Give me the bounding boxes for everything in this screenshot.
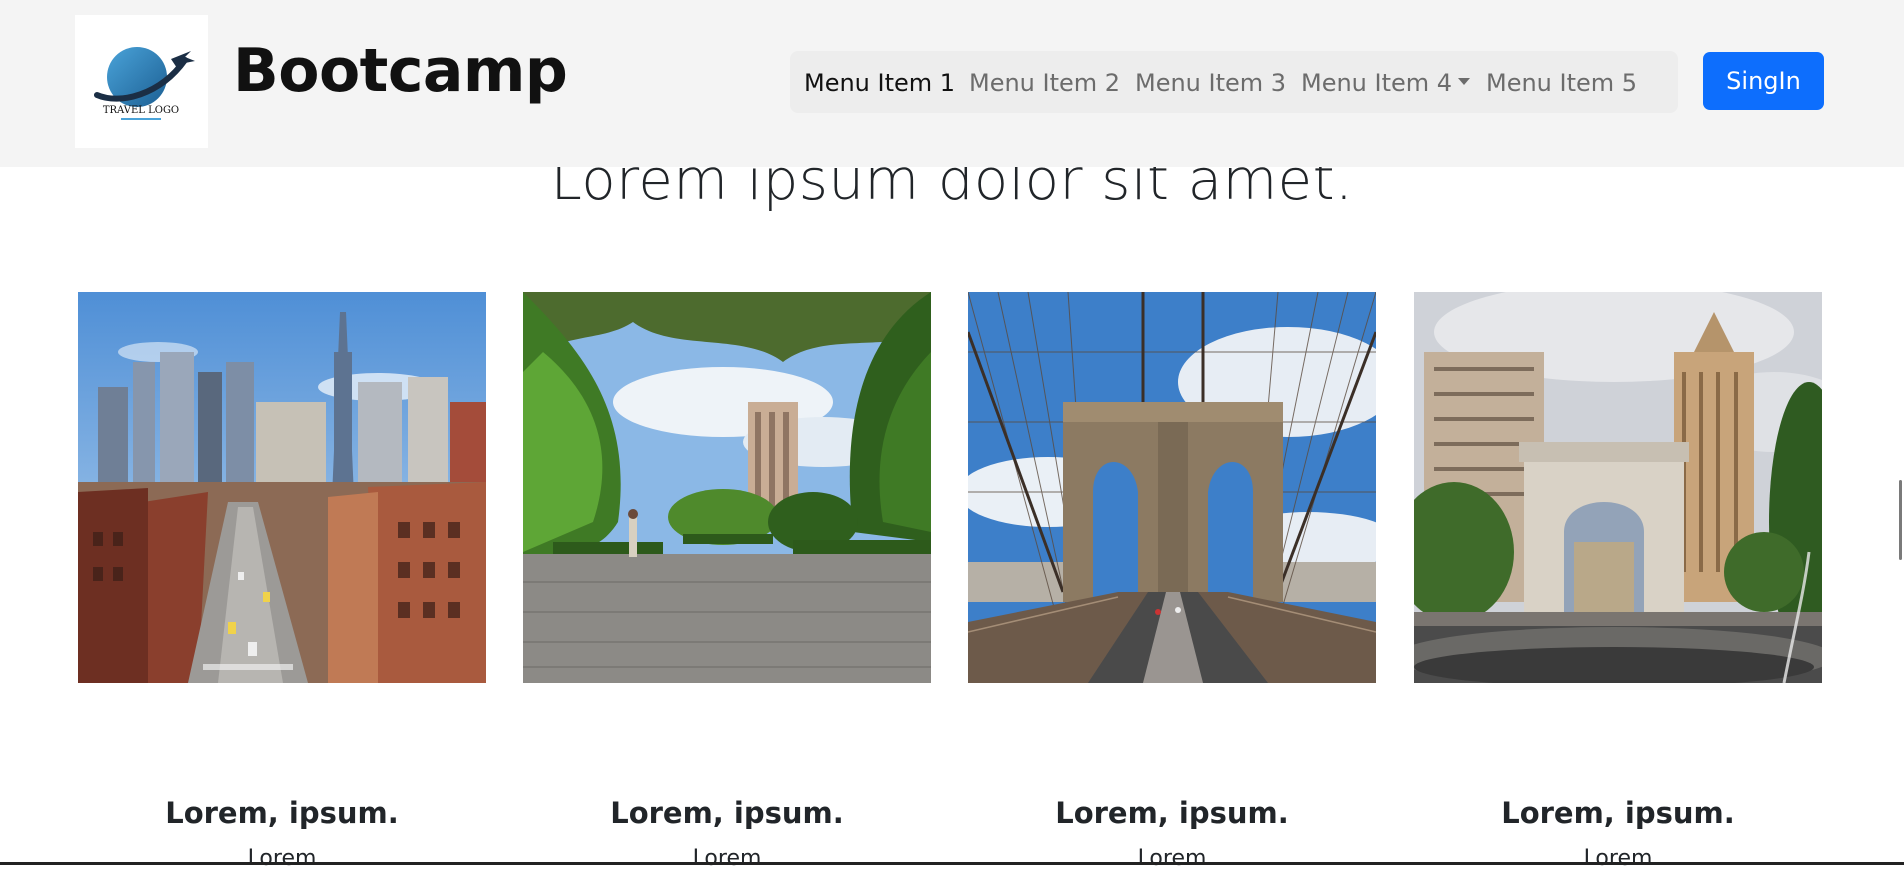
brand-name[interactable]: Bootcamp: [233, 36, 568, 106]
nav-item-1[interactable]: Menu Item 1: [804, 69, 955, 97]
scrollbar-thumb[interactable]: [1899, 480, 1902, 560]
nav-item-2[interactable]: Menu Item 2: [969, 69, 1120, 97]
card-image-park: [523, 292, 931, 683]
card-image-bridge: [968, 292, 1376, 683]
caret-down-icon: [1458, 77, 1471, 85]
card-text: Lorem: [692, 846, 762, 871]
card-title: Lorem, ipsum.: [610, 796, 844, 830]
card-text: Lorem: [1583, 846, 1653, 871]
nav-item-4-label: Menu Item 4: [1301, 69, 1453, 97]
card-title: Lorem, ipsum.: [1055, 796, 1289, 830]
card-text: Lorem: [1137, 846, 1207, 871]
card-image-city: [78, 292, 486, 683]
nav-item-3[interactable]: Menu Item 3: [1135, 69, 1286, 97]
signin-button[interactable]: SingIn: [1703, 52, 1824, 110]
nav-item-4-dropdown[interactable]: Menu Item 4: [1301, 69, 1471, 97]
card-title: Lorem, ipsum.: [1501, 796, 1735, 830]
card-title: Lorem, ipsum.: [165, 796, 399, 830]
card-image-arch: [1414, 292, 1822, 683]
card-text: Lorem: [247, 846, 317, 871]
logo-text: TRAVEL LOGO: [103, 105, 179, 116]
brand-logo[interactable]: TRAVEL LOGO: [75, 15, 208, 148]
top-navbar: TRAVEL LOGO Bootcamp Menu Item 1 Menu It…: [0, 0, 1904, 167]
nav-item-5[interactable]: Menu Item 5: [1486, 69, 1637, 97]
